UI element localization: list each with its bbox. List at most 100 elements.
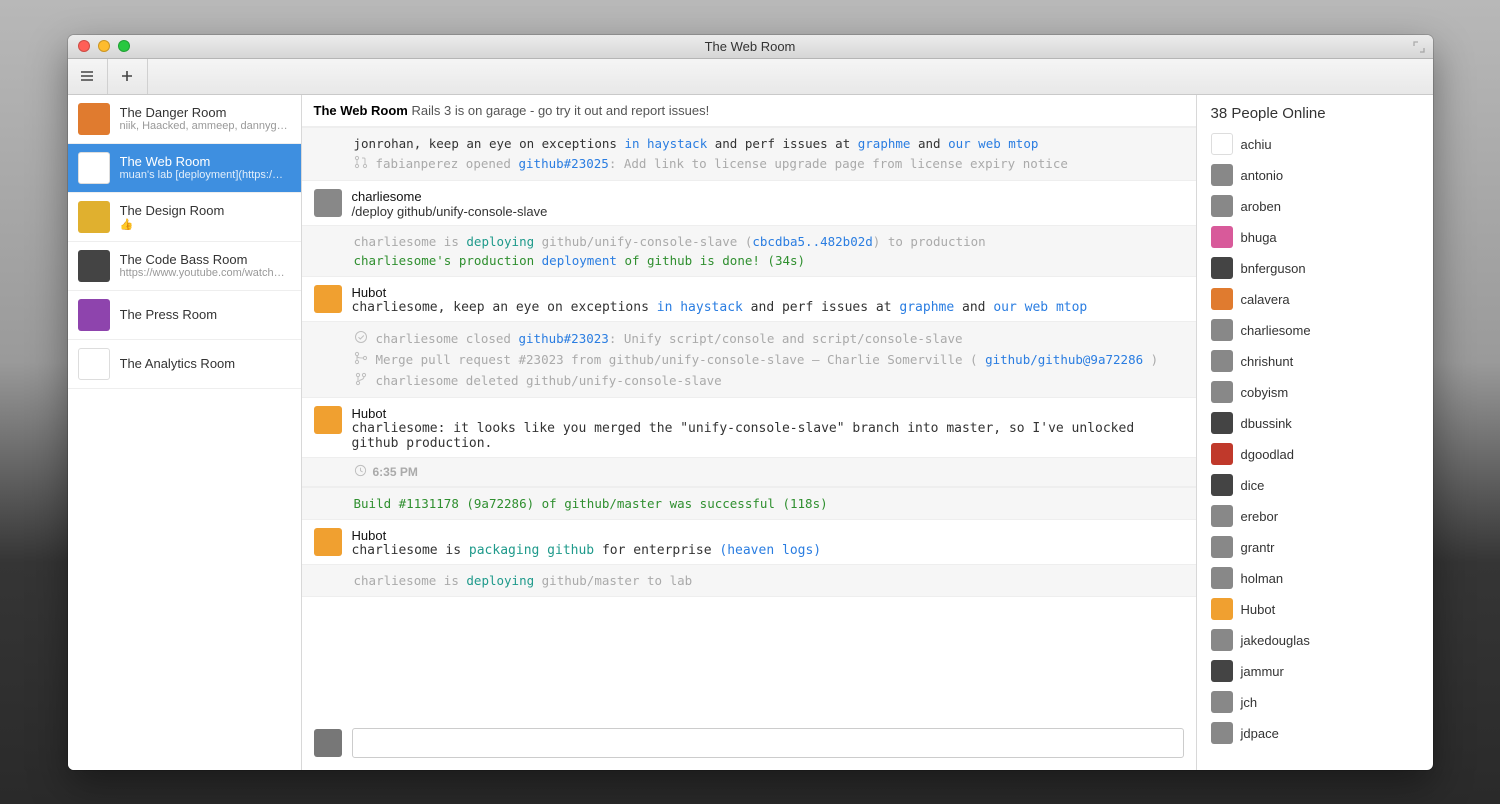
pull-request-icon bbox=[354, 155, 368, 172]
person-name: cobyism bbox=[1241, 385, 1289, 400]
avatar bbox=[1211, 195, 1233, 217]
person-row[interactable]: calavera bbox=[1211, 285, 1419, 314]
room-avatar bbox=[78, 250, 110, 282]
person-row[interactable]: chrishunt bbox=[1211, 347, 1419, 376]
room-item[interactable]: The Danger Roomniik, Haacked, ammeep, da… bbox=[68, 95, 301, 144]
person-name: bhuga bbox=[1241, 230, 1277, 245]
room-avatar bbox=[78, 103, 110, 135]
room-topic: The Web Room Rails 3 is on garage - go t… bbox=[302, 95, 1196, 127]
system-line: charliesome is deploying github/master t… bbox=[302, 564, 1196, 597]
content-area: The Danger Roomniik, Haacked, ammeep, da… bbox=[68, 95, 1433, 770]
menu-button[interactable] bbox=[68, 59, 108, 94]
person-row[interactable]: aroben bbox=[1211, 192, 1419, 221]
avatar bbox=[1211, 226, 1233, 248]
avatar bbox=[314, 189, 342, 217]
avatar bbox=[1211, 629, 1233, 651]
person-row[interactable]: jammur bbox=[1211, 657, 1419, 686]
person-row[interactable]: antonio bbox=[1211, 161, 1419, 190]
avatar bbox=[1211, 443, 1233, 465]
person-name: Hubot bbox=[1241, 602, 1276, 617]
person-name: calavera bbox=[1241, 292, 1290, 307]
git-branch-delete-icon bbox=[354, 372, 368, 389]
room-name: The Press Room bbox=[120, 307, 218, 322]
person-row[interactable]: achiu bbox=[1211, 130, 1419, 159]
person-row[interactable]: holman bbox=[1211, 564, 1419, 593]
room-name: The Danger Room bbox=[120, 105, 288, 120]
person-row[interactable]: Hubot bbox=[1211, 595, 1419, 624]
room-item[interactable]: The Code Bass Roomhttps://www.youtube.co… bbox=[68, 242, 301, 291]
room-list: The Danger Roomniik, Haacked, ammeep, da… bbox=[68, 95, 302, 770]
person-name: aroben bbox=[1241, 199, 1281, 214]
room-subtitle: https://www.youtube.com/watch… bbox=[120, 267, 285, 279]
avatar bbox=[314, 729, 342, 757]
git-merge-icon bbox=[354, 351, 368, 368]
avatar bbox=[314, 528, 342, 556]
message-stream[interactable]: jonrohan, keep an eye on exceptions in h… bbox=[302, 127, 1196, 718]
avatar bbox=[1211, 474, 1233, 496]
person-name: chrishunt bbox=[1241, 354, 1294, 369]
person-row[interactable]: cobyism bbox=[1211, 378, 1419, 407]
avatar bbox=[1211, 350, 1233, 372]
person-row[interactable]: jdpace bbox=[1211, 719, 1419, 748]
person-row[interactable]: charliesome bbox=[1211, 316, 1419, 345]
message-author: Hubot bbox=[352, 406, 1184, 421]
app-window: The Web Room The Danger Roomniik, Haacke… bbox=[68, 35, 1433, 770]
person-row[interactable]: dgoodlad bbox=[1211, 440, 1419, 469]
person-row[interactable]: dice bbox=[1211, 471, 1419, 500]
message: charliesome /deploy github/unify-console… bbox=[302, 181, 1196, 225]
avatar bbox=[1211, 381, 1233, 403]
person-row[interactable]: erebor bbox=[1211, 502, 1419, 531]
avatar bbox=[1211, 722, 1233, 744]
person-name: holman bbox=[1241, 571, 1284, 586]
person-name: grantr bbox=[1241, 540, 1275, 555]
room-item[interactable]: The Analytics Room bbox=[68, 340, 301, 389]
add-button[interactable] bbox=[108, 59, 148, 94]
message-body: /deploy github/unify-console-slave bbox=[352, 204, 1184, 219]
system-line: charliesome closed github#23023: Unify s… bbox=[302, 321, 1196, 398]
room-subtitle: 👍 bbox=[120, 218, 225, 231]
system-line: jonrohan, keep an eye on exceptions in h… bbox=[302, 127, 1196, 181]
fullscreen-icon[interactable] bbox=[1413, 40, 1425, 52]
clock-icon bbox=[354, 464, 367, 480]
message: Hubot charliesome, keep an eye on except… bbox=[302, 277, 1196, 321]
person-row[interactable]: grantr bbox=[1211, 533, 1419, 562]
person-name: antonio bbox=[1241, 168, 1284, 183]
avatar bbox=[1211, 257, 1233, 279]
issue-closed-icon bbox=[354, 330, 368, 347]
person-row[interactable]: bhuga bbox=[1211, 223, 1419, 252]
person-name: jdpace bbox=[1241, 726, 1279, 741]
person-name: bnferguson bbox=[1241, 261, 1306, 276]
avatar bbox=[1211, 319, 1233, 341]
system-line: Build #1131178 (9a72286) of github/maste… bbox=[302, 487, 1196, 520]
room-name: The Web Room bbox=[120, 154, 284, 169]
message-input[interactable] bbox=[352, 728, 1184, 758]
person-name: dice bbox=[1241, 478, 1265, 493]
person-row[interactable]: jch bbox=[1211, 688, 1419, 717]
person-row[interactable]: jakedouglas bbox=[1211, 626, 1419, 655]
person-row[interactable]: bnferguson bbox=[1211, 254, 1419, 283]
people-list: achiu antonio aroben bhuga bnferguson calaver… bbox=[1211, 130, 1419, 748]
main-column: The Web Room Rails 3 is on garage - go t… bbox=[302, 95, 1197, 770]
room-item[interactable]: The Web Roommuan's lab [deployment](http… bbox=[68, 144, 301, 193]
room-item[interactable]: The Press Room bbox=[68, 291, 301, 340]
toolbar bbox=[68, 59, 1433, 95]
room-avatar bbox=[78, 201, 110, 233]
avatar bbox=[1211, 412, 1233, 434]
system-line: charliesome is deploying github/unify-co… bbox=[302, 225, 1196, 277]
person-name: dgoodlad bbox=[1241, 447, 1295, 462]
person-name: erebor bbox=[1241, 509, 1279, 524]
room-subtitle: niik, Haacked, ammeep, dannyg… bbox=[120, 120, 288, 132]
avatar bbox=[1211, 536, 1233, 558]
room-name: The Design Room bbox=[120, 203, 225, 218]
person-name: dbussink bbox=[1241, 416, 1292, 431]
person-row[interactable]: dbussink bbox=[1211, 409, 1419, 438]
composer bbox=[302, 718, 1196, 770]
message-author: Hubot bbox=[352, 285, 1184, 300]
room-avatar bbox=[78, 152, 110, 184]
avatar bbox=[314, 285, 342, 313]
message-body: charliesome: it looks like you merged th… bbox=[352, 421, 1184, 451]
window-title: The Web Room bbox=[68, 39, 1433, 54]
avatar bbox=[314, 406, 342, 434]
avatar bbox=[1211, 164, 1233, 186]
room-item[interactable]: The Design Room👍 bbox=[68, 193, 301, 242]
